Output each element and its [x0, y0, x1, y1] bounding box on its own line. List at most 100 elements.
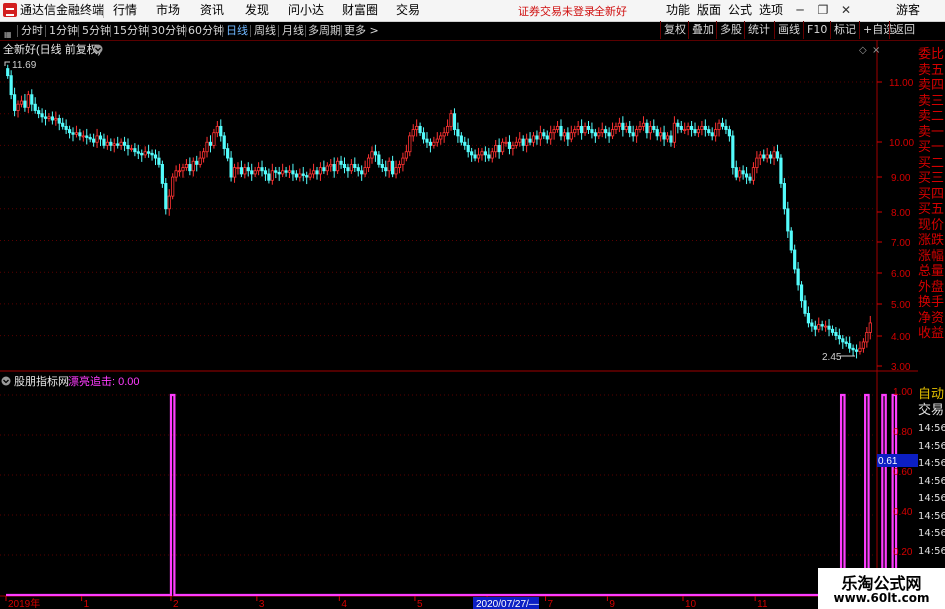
candle-body: [263, 170, 268, 175]
divider: [148, 25, 149, 37]
candle-body: [782, 183, 786, 210]
candle-body: [659, 132, 663, 137]
candle-body: [786, 208, 790, 232]
chart-area[interactable]: 2019年123456791011121 全新好(日线 前复权) ◇ × 11.…: [0, 40, 918, 609]
mark-button[interactable]: 标记: [830, 21, 859, 39]
side-label-buy3[interactable]: 买三: [918, 171, 945, 187]
menu-banmian[interactable]: 版面: [697, 3, 721, 18]
side-label-netasset[interactable]: 净资: [918, 311, 945, 327]
period-1min[interactable]: 1分钟: [49, 24, 78, 38]
candle-body: [727, 129, 731, 137]
candle-body: [404, 151, 408, 159]
side-label-mai3[interactable]: 卖三: [918, 94, 945, 110]
candle-body: [408, 135, 412, 153]
period-30min[interactable]: 30分钟: [151, 24, 187, 38]
period-more-button[interactable]: 更多 >: [344, 24, 379, 38]
back-button[interactable]: 返回: [889, 21, 918, 39]
side-label-mai5[interactable]: 卖五: [918, 63, 945, 79]
period-fenshi[interactable]: 分时: [21, 24, 43, 38]
menu-gongneng[interactable]: 功能: [666, 3, 690, 18]
draw-line-button[interactable]: 画线: [774, 21, 803, 39]
menu-gongshi[interactable]: 公式: [728, 3, 752, 18]
side-label-mai4[interactable]: 卖四: [918, 78, 945, 94]
menu-shichang[interactable]: 市场: [156, 3, 180, 18]
side-label-eps[interactable]: 收益: [918, 326, 945, 342]
side-label-buy2[interactable]: 买二: [918, 156, 945, 172]
x-tick-label: 10: [685, 599, 697, 609]
side-label-buy4[interactable]: 买四: [918, 187, 945, 203]
restore-icon[interactable]: ❐: [815, 2, 831, 18]
period-weekly[interactable]: 周线: [254, 24, 276, 38]
period-60min[interactable]: 60分钟: [188, 24, 224, 38]
x-tick-label: 11: [757, 599, 768, 609]
indicator-settings-icon[interactable]: [1, 376, 11, 386]
y-label: 4.00: [891, 332, 911, 343]
side-label-mai2[interactable]: 卖二: [918, 109, 945, 125]
f10-button[interactable]: F10: [803, 21, 830, 39]
side-label-volume[interactable]: 总量: [918, 264, 945, 280]
period-multi[interactable]: 多周期: [308, 24, 341, 38]
period-daily[interactable]: 日线: [226, 24, 248, 38]
fuquan-button[interactable]: 复权: [660, 21, 689, 39]
side-label-change-pct[interactable]: 涨幅: [918, 249, 945, 265]
trade-label[interactable]: 交易: [918, 403, 945, 419]
tick-time: 14:56: [918, 528, 945, 539]
period-15min[interactable]: 15分钟: [113, 24, 149, 38]
candle-body: [514, 141, 518, 146]
candle-body: [116, 143, 120, 146]
y-label: 1.00: [893, 387, 913, 398]
side-label-buy5[interactable]: 买五: [918, 202, 945, 218]
period-monthly[interactable]: 月线: [282, 24, 304, 38]
candle-body: [150, 152, 154, 156]
candle-body: [703, 125, 707, 130]
candle-body: [621, 122, 625, 130]
collapse-icon[interactable]: ×: [872, 45, 880, 56]
y-label: 3.00: [891, 362, 911, 373]
y-label: 11.00: [889, 78, 914, 89]
candle-body: [583, 125, 587, 134]
close-icon[interactable]: ✕: [838, 2, 854, 18]
minimize-icon[interactable]: ─: [792, 2, 808, 18]
side-label-price[interactable]: 现价: [918, 218, 945, 234]
candle-body: [545, 135, 549, 140]
side-label-mai1[interactable]: 卖一: [918, 125, 945, 141]
side-label-buy1[interactable]: 买一: [918, 140, 945, 156]
overlay-button[interactable]: 叠加: [688, 21, 717, 39]
stats-button[interactable]: 统计: [744, 21, 773, 39]
candle-body: [33, 103, 37, 111]
tick-time: 14:56: [918, 423, 945, 434]
login-notice[interactable]: 证券交易未登录: [518, 4, 595, 19]
side-label-weibi[interactable]: 委比: [918, 47, 945, 63]
menu-caifuquan[interactable]: 财富圈: [342, 3, 378, 18]
period-5min[interactable]: 5分钟: [82, 24, 111, 38]
menu-xuanxiang[interactable]: 选项: [759, 3, 783, 18]
auto-label[interactable]: 自动: [918, 387, 945, 403]
multi-stock-button[interactable]: 多股: [716, 21, 745, 39]
x-tick-label: 1: [84, 599, 90, 609]
candle-body: [604, 129, 608, 134]
menu-faxian[interactable]: 发现: [245, 3, 269, 18]
candle-body: [851, 347, 855, 351]
chart-settings-icon[interactable]: [93, 44, 103, 54]
candle-body: [43, 116, 48, 119]
guest-label[interactable]: 游客: [896, 3, 920, 18]
diamond-icon[interactable]: ◇: [859, 45, 867, 56]
side-label-change[interactable]: 涨跌: [918, 233, 945, 249]
side-label-outer[interactable]: 外盘: [918, 280, 945, 296]
candle-body: [504, 141, 508, 144]
candle-body: [538, 132, 542, 140]
divider: [305, 25, 306, 37]
menu-hangqing[interactable]: 行情: [113, 3, 137, 18]
candle-body: [734, 167, 738, 178]
candle-body: [236, 167, 240, 169]
candle-body: [432, 141, 436, 146]
candle-body: [803, 300, 807, 314]
candle-body: [109, 141, 113, 146]
candle-body: [714, 129, 718, 137]
side-label-turnover[interactable]: 换手: [918, 295, 945, 311]
x-tick-label: 2019年: [8, 597, 40, 609]
menu-wenxiaoda[interactable]: 问小达: [288, 3, 324, 18]
menu-zixun[interactable]: 资讯: [200, 3, 224, 18]
candle-body: [507, 141, 512, 149]
menu-jiaoyi[interactable]: 交易: [396, 3, 420, 18]
